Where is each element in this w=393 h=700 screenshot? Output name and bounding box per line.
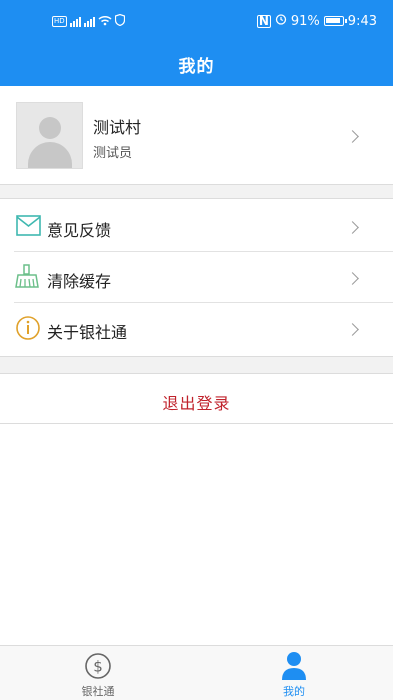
svg-text:$: $ xyxy=(93,658,103,676)
tab-yinshetong[interactable]: $ 银社通 xyxy=(38,646,158,700)
menu-item-label: 清除缓存 xyxy=(47,272,112,291)
info-icon xyxy=(15,315,43,341)
chevron-right-icon xyxy=(346,272,359,285)
battery-icon xyxy=(323,16,347,26)
hd-icon: HD xyxy=(52,16,67,27)
wifi-icon xyxy=(98,15,112,29)
dollar-coin-icon: $ xyxy=(84,652,112,680)
status-bar: HD N 91% 9:43 xyxy=(0,10,393,36)
section-separator xyxy=(0,356,393,374)
signal-icon-2 xyxy=(83,16,95,27)
alarm-icon xyxy=(275,13,287,29)
battery-percent: 91% xyxy=(290,13,320,29)
avatar-body xyxy=(28,142,72,168)
logout-label: 退出登录 xyxy=(162,394,231,413)
nfc-icon: N xyxy=(256,13,271,28)
status-time: 9:43 xyxy=(347,13,377,29)
profile-role: 测试员 xyxy=(93,146,133,161)
profile-card[interactable]: 测试村 测试员 xyxy=(0,98,393,178)
signal-icon xyxy=(69,16,81,27)
broom-icon xyxy=(15,264,43,290)
profile-name: 测试村 xyxy=(93,118,142,137)
menu-item-label: 意见反馈 xyxy=(47,221,112,240)
menu-item-feedback[interactable]: 意见反馈 xyxy=(0,201,393,252)
app-header: HD N 91% 9:43 我的 xyxy=(0,0,393,86)
logout-button[interactable]: 退出登录 xyxy=(0,374,393,424)
tab-mine[interactable]: 我的 xyxy=(234,646,354,700)
tab-label: 银社通 xyxy=(81,685,115,698)
bottom-tab-bar: $ 银社通 我的 xyxy=(0,645,393,700)
envelope-icon xyxy=(15,213,43,239)
tab-label: 我的 xyxy=(283,685,305,698)
chevron-right-icon xyxy=(346,221,359,234)
user-icon xyxy=(280,650,308,680)
chevron-right-icon xyxy=(346,130,359,143)
chevron-right-icon xyxy=(346,323,359,336)
menu-item-label: 关于银社通 xyxy=(47,323,128,342)
shield-icon xyxy=(114,13,125,29)
menu-item-clear-cache[interactable]: 清除缓存 xyxy=(0,252,393,303)
menu-item-about[interactable]: 关于银社通 xyxy=(0,303,393,354)
page-title: 我的 xyxy=(178,57,215,77)
avatar xyxy=(16,102,83,169)
status-right: N 91% 9:43 xyxy=(256,13,377,29)
avatar-head xyxy=(39,117,61,139)
status-left: HD xyxy=(52,13,125,29)
section-separator xyxy=(0,184,393,199)
